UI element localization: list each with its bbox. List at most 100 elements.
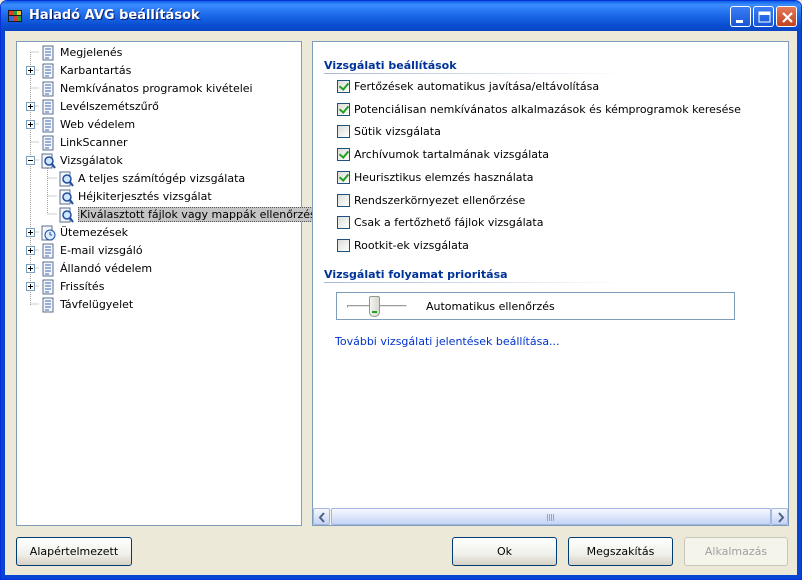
option-heuristics[interactable]: Heurisztikus elemzés használata (337, 170, 534, 185)
collapse-toggle-vizsgalatok[interactable] (26, 156, 35, 165)
expand-toggle-allando-vedelem[interactable] (26, 264, 35, 273)
tree-item-utemezesek[interactable]: Ütemezések (40, 224, 128, 241)
scan-magnifier-icon (58, 171, 74, 187)
tree-item-label: Vizsgálatok (60, 154, 123, 167)
tree-item-vizsgalatok[interactable]: Vizsgálatok (40, 152, 123, 169)
more-report-settings-link[interactable]: További vizsgálati jelentések beállítása… (335, 335, 560, 348)
maximize-button[interactable] (753, 6, 774, 27)
schedule-clock-icon (40, 225, 56, 241)
tree-item-nemkivanatos-programok[interactable]: Nemkívánatos programok kivételei (40, 80, 253, 97)
section-title-priority: Vizsgálati folyamat prioritása (324, 268, 508, 281)
option-cookies[interactable]: Sütik vizsgálata (337, 124, 441, 139)
tree-item-linkscanner[interactable]: LinkScanner (40, 134, 128, 151)
option-label: Rendszerkörnyezet ellenőrzése (354, 194, 526, 207)
horizontal-scrollbar[interactable] (313, 508, 788, 525)
document-icon (40, 99, 56, 115)
document-icon (40, 135, 56, 151)
tree-item-email-vizsgalo[interactable]: E-mail vizsgáló (40, 242, 143, 259)
tree-item-label: A teljes számítógép vizsgálata (78, 172, 246, 185)
tree-item-tavfelugyelet[interactable]: Távfelügyelet (40, 296, 133, 313)
settings-panel: Vizsgálati beállítások Fertőzések automa… (312, 41, 789, 526)
checkbox[interactable] (337, 125, 350, 138)
option-label: Rootkit-ek vizsgálata (354, 239, 469, 252)
scroll-thumb[interactable] (331, 508, 771, 525)
avg-logo-icon (8, 10, 22, 22)
expand-toggle-email-vizsgalo[interactable] (26, 246, 35, 255)
expand-toggle-frissites[interactable] (26, 282, 35, 291)
apply-button[interactable]: Alkalmazás (684, 537, 788, 566)
ok-button[interactable]: Ok (452, 537, 557, 566)
title-bar[interactable]: Haladó AVG beállítások (1, 1, 801, 31)
minimize-icon (736, 20, 743, 23)
tree-item-levelszemetszuro[interactable]: Levélszemétszűrő (40, 98, 159, 115)
tree-item-hejkiterjesztes[interactable]: Héjkiterjesztés vizsgálat (58, 188, 212, 205)
document-icon (40, 63, 56, 79)
close-button[interactable] (776, 6, 797, 27)
chevron-left-icon (318, 512, 325, 523)
document-icon (40, 279, 56, 295)
option-label: Potenciálisan nemkívánatos alkalmazások … (354, 103, 741, 116)
scroll-right-button[interactable] (771, 508, 788, 525)
expand-toggle-karbantartas[interactable] (26, 66, 35, 75)
window-title: Haladó AVG beállítások (29, 8, 200, 23)
option-label: Heurisztikus elemzés használata (354, 171, 534, 184)
tree-item-label: Web védelem (60, 118, 136, 131)
checkbox[interactable] (337, 216, 350, 229)
tree-item-karbantartas[interactable]: Karbantartás (40, 62, 131, 79)
option-pup-spyware[interactable]: Potenciálisan nemkívánatos alkalmazások … (337, 102, 741, 117)
tree-item-label-selected: Kiválasztott fájlok vagy mappák ellenőrz… (78, 207, 325, 222)
tree-item-label: Nemkívánatos programok kivételei (60, 82, 253, 95)
settings-window: Haladó AVG beállítások Megjelenés Karban… (0, 0, 802, 580)
tree-item-megjelenes[interactable]: Megjelenés (40, 44, 122, 61)
checkbox[interactable] (337, 171, 350, 184)
priority-slider-box: Automatikus ellenőrzés (336, 292, 735, 320)
document-icon (40, 261, 56, 277)
document-icon (40, 81, 56, 97)
section-divider (324, 73, 624, 74)
scan-magnifier-icon (58, 189, 74, 205)
frame-border (1, 31, 5, 579)
priority-slider-thumb[interactable] (369, 296, 380, 317)
checkbox[interactable] (337, 80, 350, 93)
tree-item-label: Ütemezések (60, 226, 129, 239)
tree-item-label: LinkScanner (60, 136, 128, 149)
scroll-left-button[interactable] (313, 508, 330, 525)
option-rootkits[interactable]: Rootkit-ek vizsgálata (337, 238, 469, 253)
cancel-button[interactable]: Megszakítás (568, 537, 673, 566)
expand-toggle-levelszemetszuro[interactable] (26, 102, 35, 111)
section-divider (324, 282, 624, 283)
tree-item-label: Karbantartás (60, 64, 132, 77)
option-infectable-only[interactable]: Csak a fertőzhető fájlok vizsgálata (337, 215, 543, 230)
scan-magnifier-icon (40, 153, 56, 169)
section-title-scan-settings: Vizsgálati beállítások (324, 59, 457, 72)
settings-tree[interactable]: Megjelenés Karbantartás Nemkívánatos pro… (16, 41, 325, 526)
frame-border (797, 31, 801, 579)
tree-item-label: Megjelenés (60, 46, 123, 59)
expand-toggle-web-vedelem[interactable] (26, 120, 35, 129)
option-label: Csak a fertőzhető fájlok vizsgálata (354, 216, 544, 229)
option-system-environment[interactable]: Rendszerkörnyezet ellenőrzése (337, 193, 525, 208)
checkbox[interactable] (337, 103, 350, 116)
checkbox[interactable] (337, 148, 350, 161)
tree-item-teljes-szamitogep[interactable]: A teljes számítógép vizsgálata (58, 170, 245, 187)
tree-item-frissites[interactable]: Frissítés (40, 278, 104, 295)
document-icon (40, 297, 56, 313)
option-label: Sütik vizsgálata (354, 125, 441, 138)
option-label: Fertőzések automatikus javítása/eltávolí… (354, 80, 600, 93)
option-auto-heal[interactable]: Fertőzések automatikus javítása/eltávolí… (337, 79, 599, 94)
option-archives[interactable]: Archívumok tartalmának vizsgálata (337, 147, 549, 162)
tree-item-web-vedelem[interactable]: Web védelem (40, 116, 135, 133)
document-icon (40, 45, 56, 61)
chevron-right-icon (778, 512, 785, 523)
defaults-button[interactable]: Alapértelmezett (16, 537, 132, 566)
priority-slider-label: Automatikus ellenőrzés (426, 300, 555, 313)
checkbox[interactable] (337, 194, 350, 207)
tree-item-allando-vedelem[interactable]: Állandó védelem (40, 260, 152, 277)
scroll-grip (547, 514, 555, 521)
document-icon (40, 117, 56, 133)
checkbox[interactable] (337, 239, 350, 252)
minimize-button[interactable] (730, 6, 751, 27)
expand-toggle-utemezesek[interactable] (26, 228, 35, 237)
tree-item-kivalasztott-fajlok[interactable]: Kiválasztott fájlok vagy mappák ellenőrz… (58, 206, 325, 223)
scan-magnifier-icon (58, 207, 74, 223)
